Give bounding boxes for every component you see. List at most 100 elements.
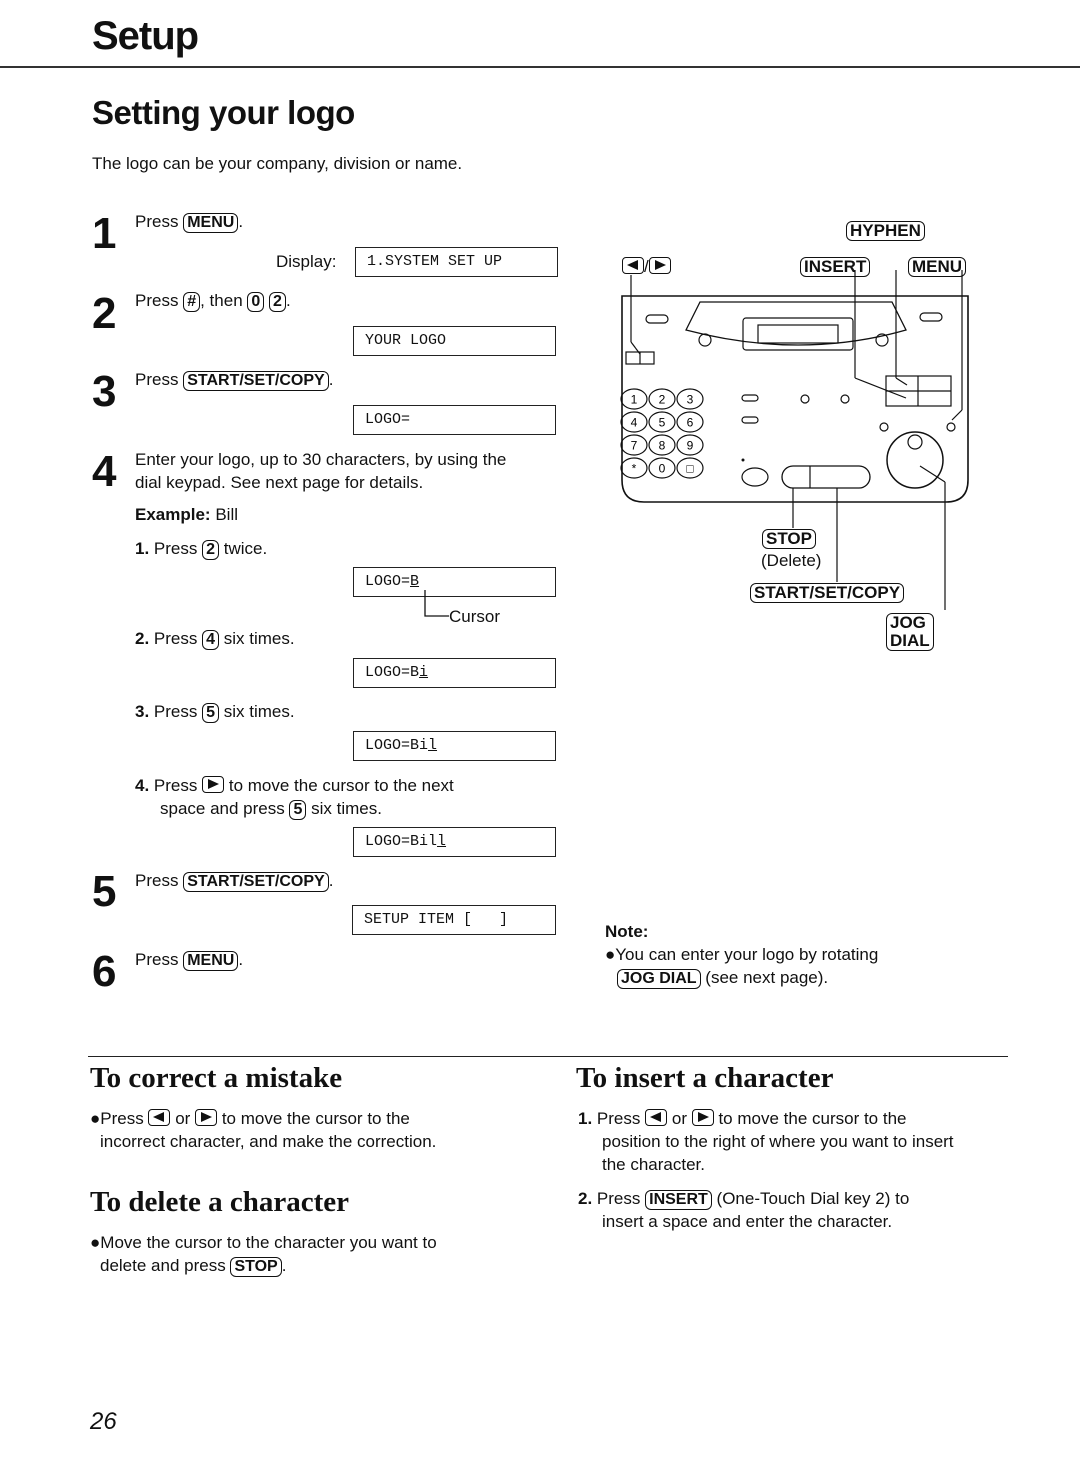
step-2-text: Press #, then 0 2. [135, 289, 291, 312]
substep-2: 2. Press 4 six times. [135, 627, 295, 650]
hyphen-key-label: HYPHEN [846, 221, 925, 241]
section-divider [88, 1056, 1008, 1057]
hash-key: # [183, 292, 201, 312]
step-text-line: dial keypad. See next page for details. [135, 473, 424, 492]
right-arrow-key-icon [195, 1109, 218, 1126]
keypad-key-label: 3 [687, 393, 694, 407]
keypad-key-label: 0 [659, 462, 666, 476]
keypad-key-label: 5 [659, 416, 666, 430]
substep-4-line1: 4. Press to move the cursor to the next [135, 774, 454, 797]
keypad-key: 3 [676, 388, 704, 410]
keypad-key: * [620, 457, 648, 479]
keypad-key: 2 [648, 388, 676, 410]
text: or [175, 1109, 191, 1128]
jog-dial-label: JOG DIAL [886, 613, 934, 651]
cursor-label: Cursor [449, 607, 501, 626]
keypad-key: 6 [676, 411, 704, 433]
lcd-text: LOGO=B [365, 664, 420, 681]
keypad-key: 9 [676, 434, 704, 456]
step-text: Press [153, 629, 198, 648]
correct-line2: incorrect character, and make the correc… [100, 1132, 437, 1151]
example-line: Example: Bill [135, 503, 238, 526]
punct: . [328, 370, 334, 389]
step-number: 1 [92, 209, 117, 258]
keypad: 1 2 3 4 5 6 7 8 9 * 0 □ [620, 388, 704, 479]
text: or [671, 1109, 687, 1128]
substep-number: 4. [135, 776, 150, 795]
step-number: 2 [92, 289, 117, 338]
step-1-text: Press MENU. [135, 210, 243, 233]
step-number: 6 [92, 947, 117, 996]
punct: . [285, 291, 291, 310]
start-set-copy-key-label: START/SET/COPY [750, 583, 905, 603]
keypad-key-label: 9 [687, 439, 694, 453]
step-text-line: Enter your logo, up to 30 characters, by… [135, 450, 507, 469]
lcd-display: SETUP ITEM [ ] [352, 905, 556, 935]
correct-heading: To correct a mistake [90, 1062, 343, 1094]
lcd-text: LOGO=Bi [365, 737, 429, 754]
keypad-key-label: 2 [659, 393, 666, 407]
keypad-key-label: * [632, 462, 637, 476]
right-arrow-key-icon [202, 776, 225, 793]
step-text: Press [135, 291, 179, 310]
step-text: six times. [223, 629, 295, 648]
section-title: Setup [92, 14, 199, 58]
item-number: 2. [578, 1189, 593, 1208]
substep-4: 4. Press to move the cursor to the next … [135, 774, 454, 820]
text: Press [596, 1109, 641, 1128]
punct: . [238, 950, 244, 969]
insert-item-2: 2. Press INSERT (One-Touch Dial key 2) t… [578, 1187, 909, 1233]
substep-1: 1. Press 2 twice. [135, 537, 267, 560]
delete-line2: delete and press STOP. [90, 1254, 437, 1277]
two-key: 2 [202, 540, 220, 560]
four-key: 4 [202, 630, 220, 650]
insert-item1-line1: 1. Press or to move the cursor to the [578, 1107, 954, 1130]
text: to move the cursor to the [221, 1109, 410, 1128]
step-text: Press [135, 370, 179, 389]
item-number: 1. [578, 1109, 593, 1128]
text: (One-Touch Dial key 2) to [716, 1189, 910, 1208]
step-text: Press [153, 776, 198, 795]
five-key: 5 [202, 703, 220, 723]
lcd-cursor-char: i [419, 664, 429, 681]
zero-key: 0 [247, 292, 265, 312]
keypad-key-label: 8 [659, 439, 666, 453]
note: Note: ●You can enter your logo by rotati… [605, 920, 878, 989]
note-text: You can enter your logo by rotating [615, 945, 879, 964]
lcd-display: YOUR LOGO [353, 326, 556, 356]
step-text: Press [135, 871, 179, 890]
note-line1: ●You can enter your logo by rotating [605, 945, 879, 964]
jog-dial-key: JOG DIAL [617, 969, 701, 989]
keypad-key: 5 [648, 411, 676, 433]
left-arrow-key-icon [148, 1109, 171, 1126]
display-label: Display: [276, 252, 337, 271]
insert-item-1: 1. Press or to move the cursor to the po… [578, 1107, 954, 1176]
menu-key: MENU [183, 951, 239, 971]
correct-line1: ●Press or to move the cursor to the [90, 1109, 410, 1128]
lcd-cursor-char: l [437, 833, 447, 850]
stop-sub-label: (Delete) [761, 551, 822, 570]
substep-4-line2: space and press 5 six times. [135, 797, 454, 820]
step-6-text: Press MENU. [135, 948, 243, 971]
step-text: Press [135, 950, 179, 969]
keypad-key: 8 [648, 434, 676, 456]
correct-text: ●Press or to move the cursor to the inco… [90, 1107, 436, 1153]
keypad-key: 1 [620, 388, 648, 410]
delete-text: ●Move the cursor to the character you wa… [90, 1231, 437, 1277]
keypad-key-label: □ [686, 462, 693, 476]
keypad-key-label: 7 [631, 439, 638, 453]
lcd-display: LOGO=Bi [353, 658, 556, 688]
intro-text: The logo can be your company, division o… [92, 154, 463, 173]
step-text: Press [153, 539, 198, 558]
insert-item2-line1: 2. Press INSERT (One-Touch Dial key 2) t… [578, 1187, 909, 1210]
substep-number: 2. [135, 629, 150, 648]
left-arrow-key-icon [645, 1109, 668, 1126]
step-3-text: Press START/SET/COPY. [135, 368, 333, 391]
keypad-key: □ [676, 457, 704, 479]
punct: . [238, 212, 244, 231]
step-4-text: Enter your logo, up to 30 characters, by… [135, 448, 506, 494]
page-title: Setting your logo [92, 94, 355, 131]
text: Move the cursor to the character you wan… [100, 1233, 437, 1252]
step-number: 3 [92, 367, 117, 416]
lcd-display: LOGO=Bill [353, 827, 556, 857]
